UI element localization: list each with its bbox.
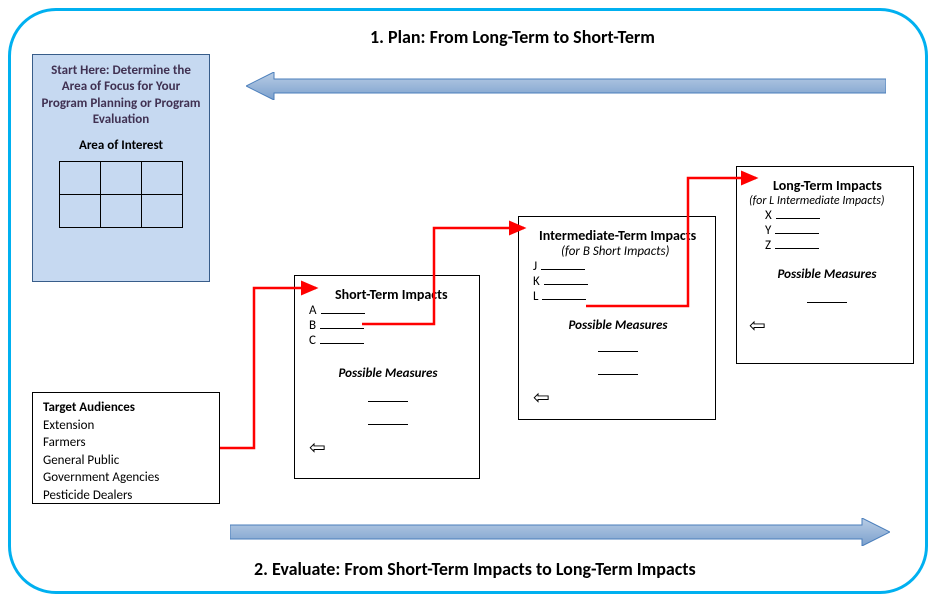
diagram-canvas: 1. Plan: From Long-Term to Short-Term St… — [0, 0, 936, 602]
red-arrows-icon — [0, 0, 936, 602]
evaluate-heading: 2. Evaluate: From Short-Term Impacts to … — [254, 558, 696, 580]
evaluate-arrow-right — [230, 518, 890, 546]
arrow-right-icon — [230, 518, 890, 546]
